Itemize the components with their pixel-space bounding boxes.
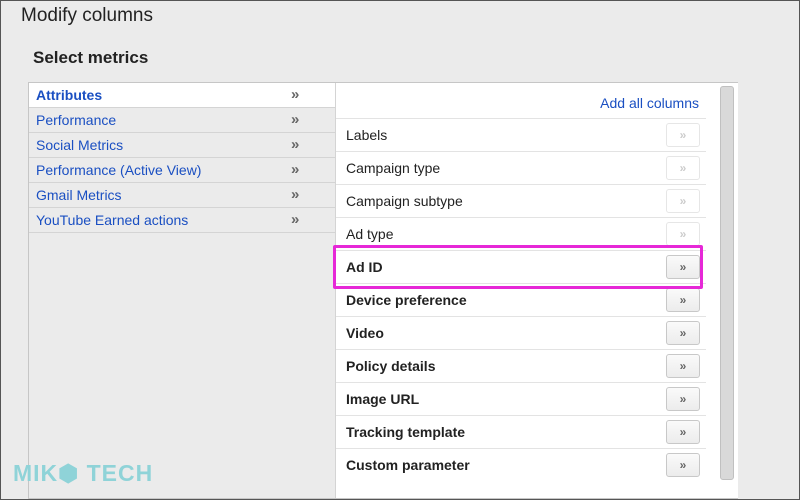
metric-row-custom-parameter: Custom parameter » [336, 448, 706, 481]
metric-label: Device preference [346, 292, 467, 308]
category-label: Performance (Active View) [36, 162, 202, 178]
metric-label: Ad type [346, 226, 394, 242]
metric-label: Tracking template [346, 424, 466, 440]
metric-label: Campaign subtype [346, 193, 463, 209]
category-label: Social Metrics [36, 137, 124, 153]
add-metric-button[interactable]: » [666, 123, 700, 147]
add-metric-button[interactable]: » [666, 321, 700, 345]
metrics-selector: Attributes » Performance » Social Metric… [28, 82, 738, 499]
add-all-columns-link[interactable]: Add all columns [600, 95, 699, 111]
add-metric-button[interactable]: » [666, 156, 700, 180]
section-title: Select metrics [33, 48, 149, 67]
category-label: Performance [36, 112, 117, 128]
double-chevron-right-icon: » [291, 161, 300, 178]
double-chevron-right-icon: » [291, 86, 300, 103]
metric-label: Image URL [346, 391, 420, 407]
double-chevron-right-icon: » [291, 136, 300, 153]
add-metric-button[interactable]: » [666, 288, 700, 312]
vertical-scrollbar[interactable] [720, 86, 734, 480]
category-item-performance-active-view[interactable]: Performance (Active View) » [29, 158, 335, 183]
metric-row-image-url: Image URL » [336, 382, 706, 415]
metric-label: Video [346, 325, 384, 341]
metric-row-labels: Labels » [336, 118, 706, 151]
watermark-logo: MIK⬢ TECH [13, 460, 154, 486]
category-label: Attributes [36, 87, 103, 103]
metric-label: Campaign type [346, 160, 441, 176]
metric-row-policy-details: Policy details » [336, 349, 706, 382]
category-item-gmail-metrics[interactable]: Gmail Metrics » [29, 183, 335, 208]
metric-label: Labels [346, 127, 388, 143]
category-item-youtube-earned-actions[interactable]: YouTube Earned actions » [29, 208, 335, 233]
metric-row-video: Video » [336, 316, 706, 349]
metric-label: Policy details [346, 358, 436, 374]
metric-row-campaign-subtype: Campaign subtype » [336, 184, 706, 217]
category-item-social-metrics[interactable]: Social Metrics » [29, 133, 335, 158]
metrics-list-panel: Add all columns Labels » Campaign type »… [335, 83, 738, 498]
double-chevron-right-icon: » [291, 186, 300, 203]
category-item-performance[interactable]: Performance » [29, 108, 335, 133]
page-title: Modify columns [21, 5, 153, 26]
category-list: Attributes » Performance » Social Metric… [29, 83, 335, 233]
category-label: Gmail Metrics [36, 187, 122, 203]
category-label: YouTube Earned actions [36, 212, 189, 228]
double-chevron-right-icon: » [291, 111, 300, 128]
category-item-attributes[interactable]: Attributes » [29, 83, 335, 108]
double-chevron-right-icon: » [291, 211, 300, 228]
metric-row-tracking-template: Tracking template » [336, 415, 706, 448]
metrics-list: Labels » Campaign type » Campaign subtyp… [336, 118, 706, 481]
modify-columns-dialog: Modify columns Select metrics Attributes… [0, 0, 800, 500]
add-metric-button[interactable]: » [666, 222, 700, 246]
add-metric-button[interactable]: » [666, 420, 700, 444]
highlight-annotation [333, 245, 703, 289]
add-metric-button[interactable]: » [666, 189, 700, 213]
add-metric-button[interactable]: » [666, 453, 700, 477]
metric-row-campaign-type: Campaign type » [336, 151, 706, 184]
metric-label: Custom parameter [346, 457, 470, 473]
add-metric-button[interactable]: » [666, 354, 700, 378]
add-metric-button[interactable]: » [666, 387, 700, 411]
